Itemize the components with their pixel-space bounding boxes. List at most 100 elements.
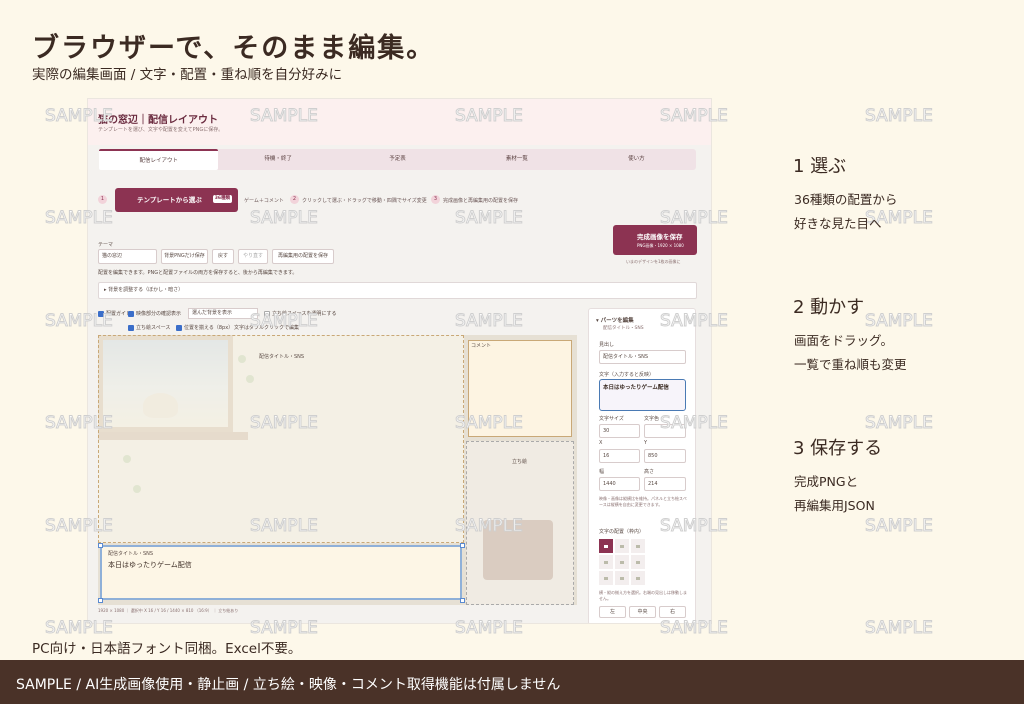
- x-label: X: [599, 440, 603, 446]
- save-image-button[interactable]: 完成画像を保存 PNG画像・1920 × 1080: [613, 225, 697, 255]
- main-video-frame[interactable]: 配信タイトル・SNS: [98, 335, 464, 543]
- bg-display-select[interactable]: 選んだ背景を表示: [188, 308, 258, 319]
- w-field[interactable]: 1440: [599, 477, 640, 491]
- save-bg-button[interactable]: 背景PNGだけ保存: [161, 249, 208, 264]
- tab-materials[interactable]: 素材一覧: [457, 149, 576, 170]
- step-1-number: 1: [98, 195, 107, 204]
- game-comment-label: ゲーム＋コメント: [244, 198, 284, 204]
- theme-select[interactable]: 猫の窓辺: [98, 249, 157, 264]
- sample-watermark: SAMPLE: [660, 413, 729, 434]
- align-middle-center[interactable]: [615, 555, 629, 569]
- panel-title[interactable]: ▾ パーツを編集: [596, 316, 634, 324]
- sample-watermark: SAMPLE: [250, 516, 319, 537]
- editor-screenshot: 猫の窓辺｜配信レイアウト テンプレートを選び、文字や配置を変えてPNGに保存。 …: [87, 98, 712, 624]
- title-frame-text: 本日はゆったりゲーム配信: [108, 561, 192, 569]
- feature-2-line-1: 画面をドラッグ。: [794, 333, 894, 348]
- save-hint: いまのデザインを1枚の画像に: [626, 259, 681, 264]
- heading-field[interactable]: 配信タイトル・SNS: [599, 350, 686, 364]
- sample-watermark: SAMPLE: [250, 311, 319, 332]
- snap-checkbox[interactable]: [176, 324, 182, 331]
- align-top-center[interactable]: [615, 539, 629, 553]
- x-field[interactable]: 16: [599, 449, 640, 463]
- step-3-number: 3: [431, 195, 440, 204]
- sample-watermark: SAMPLE: [250, 618, 319, 639]
- theme-label: テーマ: [98, 242, 114, 248]
- video-option[interactable]: 映像部分の確認表示: [128, 310, 181, 317]
- feature-1-title: 1 選ぶ: [793, 156, 847, 177]
- sample-watermark: SAMPLE: [455, 106, 524, 127]
- parts-editor-panel: ▾ パーツを編集 配信タイトル・SNS 見出し 配信タイトル・SNS 文字（入力…: [588, 308, 696, 623]
- align-top-left[interactable]: [599, 539, 613, 553]
- align-center-button[interactable]: 中央: [629, 606, 656, 618]
- tab-layout[interactable]: 配信レイアウト: [99, 149, 219, 170]
- sample-watermark: SAMPLE: [250, 106, 319, 127]
- save-layout-button[interactable]: 再編集用の配置を保存: [272, 249, 334, 264]
- step-3-label: 完成画像と再編集用の配置を保存: [443, 198, 519, 204]
- align-bottom-left[interactable]: [599, 571, 613, 585]
- resize-handle[interactable]: [98, 598, 103, 603]
- snap-label: 位置を揃える（8px）: [184, 325, 234, 331]
- sample-watermark: SAMPLE: [45, 208, 114, 229]
- stand-checkbox[interactable]: [128, 324, 134, 331]
- step-2-number: 2: [290, 195, 299, 204]
- sample-watermark: SAMPLE: [45, 413, 114, 434]
- tab-usage[interactable]: 使い方: [577, 149, 696, 170]
- y-field[interactable]: 850: [644, 449, 686, 463]
- title-sns-frame[interactable]: 配信タイトル・SNS 本日はゆったりゲーム配信: [100, 545, 462, 600]
- sample-watermark: SAMPLE: [865, 311, 934, 332]
- tab-schedule[interactable]: 予定表: [338, 149, 457, 170]
- info-text: 配置を編集できます。PNGと配置ファイルの両方を保存すると、後から再編集できます…: [98, 270, 298, 276]
- resize-handle[interactable]: [460, 598, 465, 603]
- align-right-button[interactable]: 右: [659, 606, 686, 618]
- tab-standby[interactable]: 待機・終了: [218, 149, 337, 170]
- comment-frame-label: コメント: [471, 343, 492, 349]
- align-left-button[interactable]: 左: [599, 606, 626, 618]
- tab-bar: 配信レイアウト 待機・終了 予定表 素材一覧 使い方: [99, 149, 696, 170]
- layout-canvas[interactable]: 配信タイトル・SNS コメント 立ち絵 配信タイトル・SNS 本日はゆったりゲー…: [98, 335, 577, 605]
- undo-button[interactable]: 戻す: [212, 249, 234, 264]
- redo-button[interactable]: やり直す: [238, 249, 268, 264]
- sample-watermark: SAMPLE: [455, 208, 524, 229]
- align-bottom-center[interactable]: [615, 571, 629, 585]
- save-image-sub: PNG画像・1920 × 1080: [637, 243, 684, 248]
- align-middle-right[interactable]: [631, 555, 645, 569]
- app-title: 猫の窓辺｜配信レイアウト: [98, 115, 218, 126]
- app-description: テンプレートを選び、文字や配置を変えてPNGに保存。: [98, 127, 224, 133]
- y-label: Y: [644, 440, 648, 446]
- h-field[interactable]: 214: [644, 477, 686, 491]
- text-field[interactable]: 本日はゆったりゲーム配信: [599, 379, 686, 411]
- sample-watermark: SAMPLE: [865, 106, 934, 127]
- bottom-bar: SAMPLE / AI生成画像使用・静止画 / 立ち絵・映像・コメント取得機能は…: [0, 660, 1024, 704]
- feature-2-desc: 画面をドラッグ。 一覧で重ね順も変更: [794, 329, 907, 377]
- align-top-right[interactable]: [631, 539, 645, 553]
- align-bottom-right[interactable]: [631, 571, 645, 585]
- page-heading: ブラウザーで、そのまま編集。: [32, 33, 436, 64]
- feature-3-line-1: 完成PNGと: [794, 474, 859, 489]
- app-header: 猫の窓辺｜配信レイアウト テンプレートを選び、文字や配置を変えてPNGに保存。: [88, 99, 711, 145]
- align-grid[interactable]: [599, 539, 645, 585]
- sample-watermark: SAMPLE: [865, 413, 934, 434]
- align-middle-left[interactable]: [599, 555, 613, 569]
- stand-option[interactable]: 立ち絵スペース: [128, 324, 170, 331]
- snap-option[interactable]: 位置を揃える（8px）: [176, 324, 233, 331]
- canvas-status: 1920 × 1080 ｜ 選択中 X 16 / Y 16 / 1440 × 8…: [98, 608, 239, 613]
- bg-adjust-toggle[interactable]: ▸ 背景を調整する（ぼかし・暗さ）: [98, 282, 697, 299]
- template-select-label: テンプレートから選ぶ: [137, 196, 202, 204]
- feature-1-desc: 36種類の配置から 好きな見た目へ: [794, 188, 897, 236]
- sample-watermark: SAMPLE: [865, 516, 934, 537]
- panel-subtitle: 配信タイトル・SNS: [603, 326, 644, 331]
- sample-watermark: SAMPLE: [660, 106, 729, 127]
- font-color-label: 文字色: [644, 416, 660, 422]
- font-size-label: 文字サイズ: [599, 416, 624, 422]
- resize-handle[interactable]: [98, 543, 103, 548]
- sample-watermark: SAMPLE: [660, 516, 729, 537]
- video-checkbox[interactable]: [128, 310, 134, 317]
- sample-watermark: SAMPLE: [455, 516, 524, 537]
- align-label: 文字の配置（枠内）: [599, 529, 645, 535]
- resize-handle[interactable]: [460, 543, 465, 548]
- title-frame-label: 配信タイトル・SNS: [108, 551, 154, 557]
- sample-watermark: SAMPLE: [455, 311, 524, 332]
- font-size-field[interactable]: 30: [599, 424, 640, 438]
- step-2-label: クリックして選ぶ・ドラッグで移動・四隅でサイズ変更: [302, 198, 427, 204]
- template-select-button[interactable]: テンプレートから選ぶ 36種類: [115, 188, 238, 212]
